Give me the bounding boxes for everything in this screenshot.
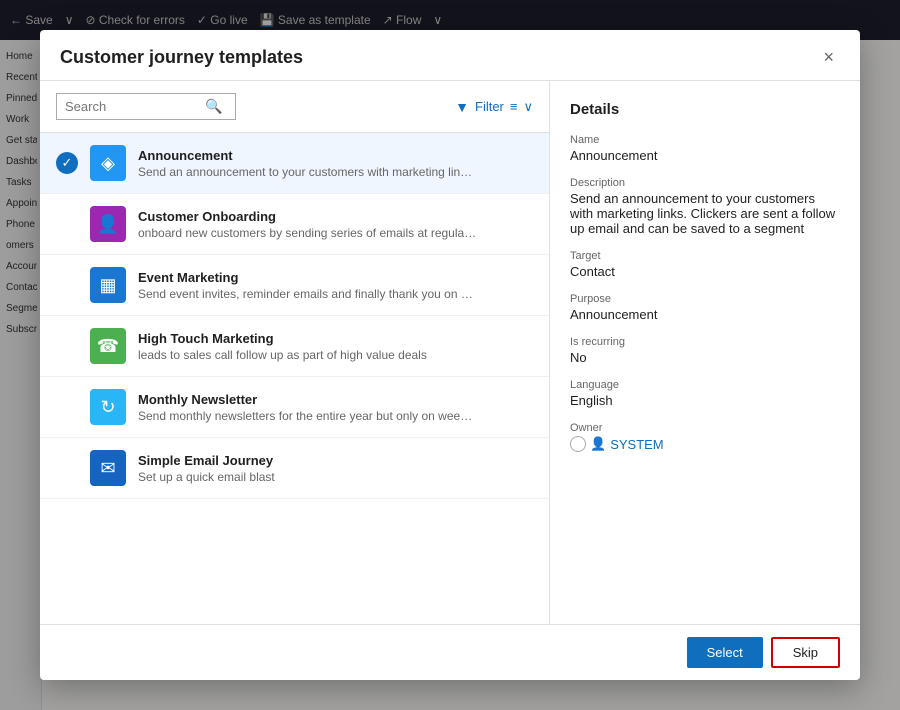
template-desc-2: Send event invites, reminder emails and … bbox=[138, 287, 478, 301]
template-info-2: Event Marketing Send event invites, remi… bbox=[138, 270, 533, 301]
right-panel: Details Name Announcement Description Se… bbox=[550, 81, 860, 624]
template-item[interactable]: ↻ Monthly Newsletter Send monthly newsle… bbox=[40, 377, 549, 438]
detail-group-2: Target Contact bbox=[570, 250, 840, 279]
detail-label-4: Is recurring bbox=[570, 336, 840, 348]
details-title: Details bbox=[570, 101, 840, 118]
detail-value-4: No bbox=[570, 350, 840, 365]
template-name-2: Event Marketing bbox=[138, 270, 533, 285]
template-name-1: Customer Onboarding bbox=[138, 209, 533, 224]
template-desc-3: leads to sales call follow up as part of… bbox=[138, 348, 478, 362]
detail-group-5: Language English bbox=[570, 379, 840, 408]
detail-label-1: Description bbox=[570, 177, 840, 189]
filter-list-icon: ≡ bbox=[510, 99, 518, 114]
detail-value-2: Contact bbox=[570, 264, 840, 279]
select-button[interactable]: Select bbox=[687, 637, 763, 668]
detail-value-6[interactable]: 👤 SYSTEM bbox=[570, 436, 840, 452]
search-container: 🔍 bbox=[56, 93, 236, 120]
template-icon-4: ↻ bbox=[90, 389, 126, 425]
template-name-0: Announcement bbox=[138, 148, 533, 163]
detail-group-1: Description Send an announcement to your… bbox=[570, 177, 840, 236]
search-icon: 🔍 bbox=[205, 98, 222, 115]
detail-group-3: Purpose Announcement bbox=[570, 293, 840, 322]
template-name-4: Monthly Newsletter bbox=[138, 392, 533, 407]
dialog-title: Customer journey templates bbox=[60, 47, 303, 68]
dialog-footer: Select Skip bbox=[40, 624, 860, 680]
filter-chevron-icon: ∨ bbox=[523, 99, 533, 115]
detail-group-0: Name Announcement bbox=[570, 134, 840, 163]
template-info-0: Announcement Send an announcement to you… bbox=[138, 148, 533, 179]
search-input[interactable] bbox=[65, 99, 205, 114]
detail-label-2: Target bbox=[570, 250, 840, 262]
template-desc-0: Send an announcement to your customers w… bbox=[138, 165, 478, 179]
detail-label-3: Purpose bbox=[570, 293, 840, 305]
owner-circle-icon bbox=[570, 436, 586, 452]
owner-user-icon: 👤 bbox=[590, 436, 606, 452]
template-info-3: High Touch Marketing leads to sales call… bbox=[138, 331, 533, 362]
template-icon-2: ▦ bbox=[90, 267, 126, 303]
detail-value-5: English bbox=[570, 393, 840, 408]
template-icon-5: ✉ bbox=[90, 450, 126, 486]
detail-label-0: Name bbox=[570, 134, 840, 146]
template-item[interactable]: ✓ ◈ Announcement Send an announcement to… bbox=[40, 133, 549, 194]
template-item[interactable]: ☎ High Touch Marketing leads to sales ca… bbox=[40, 316, 549, 377]
skip-button[interactable]: Skip bbox=[771, 637, 840, 668]
template-icon-1: 👤 bbox=[90, 206, 126, 242]
template-info-1: Customer Onboarding onboard new customer… bbox=[138, 209, 533, 240]
template-icon-3: ☎ bbox=[90, 328, 126, 364]
detail-value-1: Send an announcement to your customers w… bbox=[570, 191, 840, 236]
template-name-3: High Touch Marketing bbox=[138, 331, 533, 346]
template-desc-5: Set up a quick email blast bbox=[138, 470, 478, 484]
template-name-5: Simple Email Journey bbox=[138, 453, 533, 468]
details-fields: Name Announcement Description Send an an… bbox=[570, 134, 840, 452]
detail-label-6: Owner bbox=[570, 422, 840, 434]
detail-value-3: Announcement bbox=[570, 307, 840, 322]
template-item[interactable]: 👤 Customer Onboarding onboard new custom… bbox=[40, 194, 549, 255]
dialog-body: 🔍 ▼ Filter ≡ ∨ ✓ ◈ Announcement Send an … bbox=[40, 81, 860, 624]
owner-name[interactable]: SYSTEM bbox=[610, 437, 663, 452]
detail-label-5: Language bbox=[570, 379, 840, 391]
template-desc-1: onboard new customers by sending series … bbox=[138, 226, 478, 240]
template-info-5: Simple Email Journey Set up a quick emai… bbox=[138, 453, 533, 484]
template-item[interactable]: ▦ Event Marketing Send event invites, re… bbox=[40, 255, 549, 316]
search-bar-row: 🔍 ▼ Filter ≡ ∨ bbox=[40, 81, 549, 133]
left-panel: 🔍 ▼ Filter ≡ ∨ ✓ ◈ Announcement Send an … bbox=[40, 81, 550, 624]
filter-label: Filter bbox=[475, 99, 504, 114]
template-info-4: Monthly Newsletter Send monthly newslett… bbox=[138, 392, 533, 423]
template-list: ✓ ◈ Announcement Send an announcement to… bbox=[40, 133, 549, 624]
filter-row[interactable]: ▼ Filter ≡ ∨ bbox=[455, 99, 533, 115]
template-desc-4: Send monthly newsletters for the entire … bbox=[138, 409, 478, 423]
filter-icon: ▼ bbox=[455, 99, 469, 115]
check-icon: ✓ bbox=[56, 152, 78, 174]
detail-value-0: Announcement bbox=[570, 148, 840, 163]
customer-journey-dialog: Customer journey templates × 🔍 ▼ Filter … bbox=[40, 30, 860, 680]
detail-group-4: Is recurring No bbox=[570, 336, 840, 365]
template-icon-0: ◈ bbox=[90, 145, 126, 181]
template-item[interactable]: ✉ Simple Email Journey Set up a quick em… bbox=[40, 438, 549, 499]
detail-group-6: Owner 👤 SYSTEM bbox=[570, 422, 840, 452]
close-button[interactable]: × bbox=[817, 46, 840, 68]
dialog-header: Customer journey templates × bbox=[40, 30, 860, 81]
modal-overlay: Customer journey templates × 🔍 ▼ Filter … bbox=[0, 0, 900, 710]
